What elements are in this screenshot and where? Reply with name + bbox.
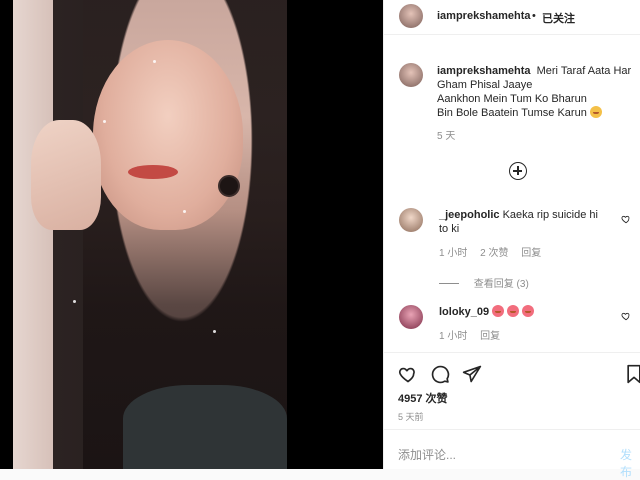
view-replies[interactable]: 查看回复 (3)	[439, 275, 529, 290]
comment-text: _jeepoholic Kaeka rip suicide hi to ki	[439, 208, 599, 236]
comment-time: 1 小时	[439, 331, 468, 342]
comment-icon[interactable]	[430, 364, 450, 384]
view-replies-label[interactable]: 查看回复 (3)	[474, 279, 529, 290]
post-comment-button[interactable]: 发布	[620, 446, 640, 480]
heart-icon[interactable]	[621, 311, 631, 321]
comment-likes[interactable]: 2 次赞	[480, 248, 508, 259]
caption: iamprekshamehta Meri Taraf Aata Har Gham…	[437, 64, 632, 144]
like-heart-icon[interactable]	[398, 364, 418, 384]
heart-eyes-emoji	[507, 305, 520, 317]
post-date: 5 天前	[398, 412, 424, 422]
photo-lips	[128, 165, 178, 179]
header-separator: •	[532, 10, 536, 22]
post-header: iamprekshamehta • 已关注	[384, 0, 640, 35]
caption-line-2: Aankhon Mein Tum Ko Bharun	[437, 93, 587, 105]
header-username[interactable]: iamprekshamehta	[437, 10, 531, 22]
sparkle	[153, 60, 156, 63]
comment-meta: 1 小时 回复	[439, 330, 510, 344]
comment-reply-button[interactable]: 回复	[521, 248, 541, 259]
post-photo-area	[0, 0, 383, 469]
replies-divider	[439, 283, 459, 284]
smiling-face-hearts-emoji	[589, 106, 602, 118]
post-actions	[384, 352, 640, 387]
sparkle	[103, 120, 106, 123]
heart-icon[interactable]	[621, 214, 631, 224]
photo-clothing	[123, 385, 287, 469]
share-icon[interactable]	[462, 364, 482, 384]
post-photo[interactable]	[13, 0, 287, 469]
comment-time: 1 小时	[439, 248, 468, 259]
caption-line-3: Bin Bole Baatein Tumse Karun	[437, 107, 587, 119]
comment-username[interactable]: _jeepoholic	[439, 209, 500, 221]
sparkle	[213, 330, 216, 333]
add-comment-input[interactable]: 添加评论...	[398, 446, 456, 463]
following-button[interactable]: 已关注	[542, 10, 575, 26]
comment-reply-button[interactable]: 回复	[480, 331, 500, 342]
heart-eyes-emoji	[492, 305, 505, 317]
save-bookmark-icon[interactable]	[624, 364, 640, 384]
comment-meta: 1 小时 2 次赞 回复	[439, 247, 551, 261]
comment-avatar[interactable]	[399, 305, 423, 329]
sparkle	[183, 210, 186, 213]
add-comment-bar: 添加评论... 发布	[384, 429, 640, 479]
avatar[interactable]	[399, 4, 423, 28]
photo-hand	[31, 120, 101, 230]
load-more-comments-icon[interactable]	[509, 162, 527, 180]
likes-count[interactable]: 4957 次赞	[398, 390, 448, 406]
comment-text: loloky_09	[439, 305, 599, 319]
comment-avatar[interactable]	[399, 208, 423, 232]
caption-avatar[interactable]	[399, 63, 423, 87]
heart-eyes-emoji	[522, 305, 535, 317]
sparkle	[73, 300, 76, 303]
photo-face	[93, 40, 243, 230]
post-side-panel: iamprekshamehta • 已关注 iamprekshamehta Me…	[383, 0, 640, 479]
photo-earring	[218, 175, 240, 197]
caption-username[interactable]: iamprekshamehta	[437, 65, 531, 77]
comment-username[interactable]: loloky_09	[439, 306, 489, 318]
caption-time: 5 天	[437, 131, 456, 142]
